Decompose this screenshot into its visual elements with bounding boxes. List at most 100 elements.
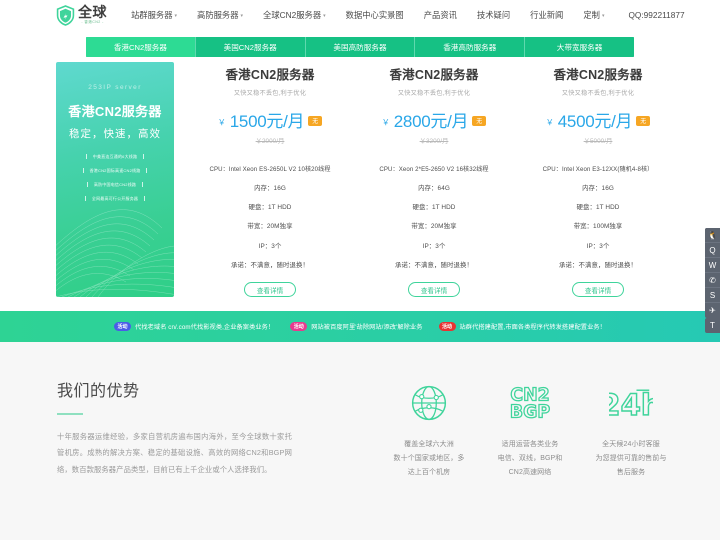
product-subtitle: 又快又稳不丢包,利于优化 — [233, 90, 307, 97]
status-badge: 无 — [308, 115, 323, 126]
tab-hk-cn2[interactable]: 香港CN2服务器 — [86, 37, 196, 57]
page-root: 全球 - 香港CN2 - 站群服务器 ▾ 高防服务器 ▾ 全球CN2服务器 ▾ … — [0, 0, 720, 540]
spec-ip: IP：3个 — [422, 242, 446, 250]
nav-label: 定制 — [583, 10, 600, 20]
spec-promise: 承诺：不满意，随时退换！ — [231, 262, 309, 270]
promo-strip-text: 网站被百度阿里'劫除网站/添改'解除业务 — [311, 324, 423, 331]
spec-list: CPU：Xeon 2*E5-2650 V2 16核32线程 内存：64G 硬盘：… — [352, 160, 516, 276]
status-badge: 无 — [636, 115, 651, 126]
promo-strip: 活动 代找老域名 cn/.com代找影视类,企业备案类业务！ 活动 网站被百度阿… — [0, 311, 720, 342]
nav-item-tech[interactable]: 技术疑问 — [467, 9, 520, 21]
feature-item-coverage: 覆盖全球六大洲 数十个国家或地区，多 达上百个机房 — [385, 380, 473, 480]
price-row: ￥ 2800元/月 无 — [352, 107, 516, 132]
spec-list: CPU：Intel Xeon ES-2650L V2 10核20线程 内存：16… — [188, 160, 352, 276]
back-to-top-button[interactable]: T — [705, 318, 720, 333]
old-price: ￥2000/月 — [255, 138, 285, 145]
wechat-icon[interactable]: W — [705, 258, 720, 273]
promo-eyebrow: 253IP server — [88, 84, 142, 91]
list-item: 全网最高可行公开服务器 — [83, 196, 147, 202]
old-price: ￥3200/月 — [419, 138, 449, 145]
nav-label: 站群服务器 — [131, 10, 173, 20]
spec-list: CPU：Intel Xeon E3-12XX(随机4-8核） 内存：16G 硬盘… — [516, 160, 680, 276]
spec-bandwidth: 带宽：20M独享 — [411, 223, 457, 231]
activity-badge: 活动 — [438, 322, 456, 331]
product-title: 香港CN2服务器 — [553, 68, 643, 82]
floating-contact-sidebar: 🐧 Q W ✆ S ✈ — [705, 228, 720, 318]
nav-item-gaofang[interactable]: 高防服务器 ▾ — [187, 9, 253, 21]
24h-icon: 24h — [587, 380, 675, 426]
promo-strip-text: 站群代搭建配置,市面各类程序代转发搭建配置业务！ — [459, 324, 606, 331]
logo-main-text: 全球 — [78, 4, 107, 21]
qq-chat-icon[interactable]: Q — [705, 243, 720, 258]
spec-promise: 承诺：不满意，随时退换！ — [559, 262, 637, 270]
skype-icon[interactable]: S — [705, 288, 720, 303]
nav-label: 行业新闻 — [530, 10, 564, 20]
spec-memory: 内存：16G — [582, 184, 614, 192]
spec-disk: 硬盘：1T HDD — [248, 204, 292, 211]
nav-item-cn2[interactable]: 全球CN2服务器 ▾ — [253, 9, 336, 21]
qq-icon[interactable]: 🐧 — [705, 228, 720, 243]
feature-list: 覆盖全球六大洲 数十个国家或地区，多 达上百个机房 CN2 BGP 适用运营各类… — [385, 380, 675, 480]
promo-subtitle: 稳定，快速，高效 — [69, 128, 161, 140]
spec-ip: IP：3个 — [258, 242, 282, 250]
chevron-down-icon: ▾ — [174, 13, 178, 19]
site-header: 全球 - 香港CN2 - 站群服务器 ▾ 高防服务器 ▾ 全球CN2服务器 ▾ … — [0, 0, 720, 30]
product-card-list: 香港CN2服务器 又快又稳不丢包,利于优化 ￥ 1500元/月 无 ￥2000/… — [188, 62, 680, 298]
site-logo[interactable]: 全球 - 香港CN2 - — [56, 4, 107, 26]
chevron-down-icon: ▾ — [601, 13, 605, 19]
category-tabbar: 香港CN2服务器 美国CN2服务器 美国高防服务器 香港高防服务器 大带宽服务器 — [86, 37, 634, 57]
promo-banner-card[interactable]: 253IP server 香港CN2服务器 稳定，快速，高效 中美直连互通的6大… — [56, 62, 174, 297]
nav-item-industry[interactable]: 行业新闻 — [520, 9, 573, 21]
tab-us-gaofang[interactable]: 美国高防服务器 — [305, 37, 416, 57]
tab-bigbandwidth[interactable]: 大带宽服务器 — [525, 37, 634, 57]
phone-icon[interactable]: ✆ — [705, 273, 720, 288]
view-detail-button[interactable]: 查看详情 — [244, 282, 296, 298]
promo-strip-item[interactable]: 活动 网站被百度阿里'劫除网站/添改'解除业务 — [290, 322, 422, 331]
advantage-text-block: 我们的优势 十年服务器运维经验，多家自营机房遍布国内海外，至今全球数十家托管机房… — [57, 377, 292, 478]
tab-us-cn2[interactable]: 美国CN2服务器 — [195, 37, 306, 57]
list-item: 香港CN2国际高速CN2线路 — [81, 168, 150, 174]
promo-strip-text: 代找老域名 cn/.com代找影视类,企业备案类业务！ — [135, 324, 275, 331]
nav-item-zhanqun[interactable]: 站群服务器 ▾ — [121, 9, 187, 21]
product-card: 香港CN2服务器 又快又稳不丢包,利于优化 ￥ 2800元/月 无 ￥3200/… — [352, 62, 516, 298]
spec-cpu: CPU：Intel Xeon E3-12XX(随机4-8核） — [542, 165, 654, 173]
spec-cpu: CPU：Xeon 2*E5-2650 V2 16核32线程 — [379, 165, 489, 173]
product-card: 香港CN2服务器 又快又稳不丢包,利于优化 ￥ 4500元/月 无 ￥5000/… — [516, 62, 680, 298]
page-title: 我们的优势 — [57, 383, 140, 400]
feature-item-support: 24h 全天候24小时客服 为您提供可靠的售前与 售后服务 — [587, 380, 675, 480]
price-row: ￥ 1500元/月 无 — [188, 107, 352, 132]
tab-hk-gaofang[interactable]: 香港高防服务器 — [415, 37, 526, 57]
spec-bandwidth: 带宽：100M独享 — [573, 223, 623, 231]
old-price: ￥5000/月 — [583, 138, 613, 145]
nav-label: 高防服务器 — [197, 10, 239, 20]
nav-item-news[interactable]: 产品资讯 — [414, 9, 467, 21]
header-qq-contact[interactable]: QQ:992211877 — [628, 10, 684, 20]
shield-icon — [56, 4, 75, 26]
promo-title: 香港CN2服务器 — [68, 104, 162, 119]
feature-text: 覆盖全球六大洲 数十个国家或地区，多 达上百个机房 — [393, 441, 465, 476]
feature-text: 全天候24小时客服 为您提供可靠的售前与 售后服务 — [595, 441, 667, 476]
price-value: 1500元/月 — [229, 112, 305, 131]
promo-strip-item[interactable]: 活动 代找老域名 cn/.com代找影视类,企业备案类业务！ — [114, 322, 274, 331]
currency-symbol: ￥ — [545, 118, 554, 127]
view-detail-button[interactable]: 查看详情 — [408, 282, 460, 298]
promo-strip-item[interactable]: 活动 站群代搭建配置,市面各类程序代转发搭建配置业务！ — [438, 322, 606, 331]
spec-memory: 内存：16G — [254, 184, 286, 192]
view-detail-button[interactable]: 查看详情 — [572, 282, 624, 298]
swirl-decoration — [56, 209, 174, 297]
nav-label: 数据中心实景图 — [345, 10, 404, 20]
advantage-paragraph: 十年服务器运维经验，多家自营机房遍布国内海外，至今全球数十家托管机房。成熟的解决… — [57, 432, 292, 474]
spec-promise: 承诺：不满意，随时退换！ — [395, 262, 473, 270]
spec-bandwidth: 带宽：20M独享 — [247, 223, 293, 231]
product-subtitle: 又快又稳不丢包,利于优化 — [561, 90, 635, 97]
nav-item-datacenter[interactable]: 数据中心实景图 — [336, 9, 414, 21]
product-panel: 253IP server 香港CN2服务器 稳定，快速，高效 中美直连互通的6大… — [40, 62, 680, 303]
telegram-icon[interactable]: ✈ — [705, 303, 720, 318]
promo-content: 253IP server 香港CN2服务器 稳定，快速，高效 中美直连互通的6大… — [56, 62, 174, 202]
nav-label: 产品资讯 — [423, 10, 457, 20]
spec-cpu: CPU：Intel Xeon ES-2650L V2 10核20线程 — [209, 165, 331, 173]
currency-symbol: ￥ — [381, 118, 390, 127]
main-nav: 站群服务器 ▾ 高防服务器 ▾ 全球CN2服务器 ▾ 数据中心实景图 产品资讯 … — [121, 9, 614, 21]
nav-item-custom[interactable]: 定制 ▾ — [573, 9, 614, 21]
svg-text:BGP: BGP — [510, 403, 550, 423]
